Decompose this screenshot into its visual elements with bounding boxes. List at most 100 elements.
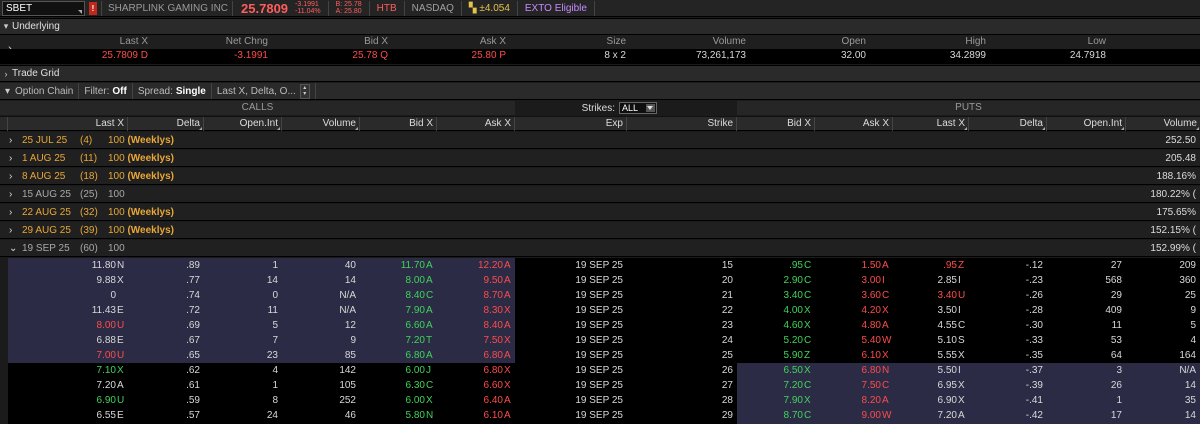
put-bid-cell[interactable]: 8.70 C (737, 408, 815, 423)
htb-badge[interactable]: HTB (377, 3, 397, 14)
put-bid-cell[interactable]: 5.20 C (737, 333, 815, 348)
call-bid-cell[interactable]: 6.60 A (360, 318, 437, 333)
exto-badge[interactable]: EXTO Eligible (525, 3, 587, 14)
option-row[interactable]: 6.55 E .57 24 46 5.80 N 6.10 A 19 SEP 25 29 8.70 C 9.… (0, 408, 1200, 423)
expand-caret-icon[interactable]: › (0, 69, 12, 79)
col-ask[interactable]: Ask X (392, 35, 510, 49)
call-ask-cell[interactable]: 6.40 A (437, 393, 515, 408)
col-put-oi[interactable]: Open.Int (1047, 117, 1126, 131)
layout-stepper-icon[interactable]: ▴ ▾ (299, 83, 310, 99)
put-bid-cell[interactable]: 6.50 X (737, 363, 815, 378)
put-bid-cell[interactable]: 4.00 X (737, 303, 815, 318)
col-last[interactable]: Last X (20, 35, 152, 49)
put-ask-cell[interactable]: 8.20 A (815, 393, 893, 408)
put-bid-cell[interactable]: 3.40 C (737, 288, 815, 303)
filter-control[interactable]: Filter: Off (79, 83, 133, 99)
option-row[interactable]: 6.90 U .59 8 252 6.00 X 6.40 A 19 SEP 25 28 7.90 X 8.… (0, 393, 1200, 408)
put-bid-cell[interactable]: 2.90 C (737, 273, 815, 288)
col-call-delta[interactable]: Delta (128, 117, 204, 131)
layout-selector[interactable]: Last X, Delta, O... ▴ ▾ (212, 83, 316, 99)
option-row[interactable]: 7.00 U .65 23 85 6.80 A 6.80 A 19 SEP 25 25 5.90 Z 6.… (0, 348, 1200, 363)
symbol-input[interactable]: SBET (2, 0, 85, 16)
col-call-volume[interactable]: Volume (282, 117, 360, 131)
put-bid-cell[interactable]: 7.20 C (737, 378, 815, 393)
call-bid-cell[interactable]: 7.20 T (360, 333, 437, 348)
option-row[interactable]: 11.80 N .89 1 40 11.70 A 12.20 A 19 SEP 25 15.95 C 1… (0, 258, 1200, 273)
col-put-last[interactable]: Last X (893, 117, 969, 131)
put-ask-cell[interactable]: 7.50 C (815, 378, 893, 393)
call-ask-cell[interactable]: 8.40 A (437, 318, 515, 333)
symbol-dropdown-icon[interactable] (78, 9, 82, 14)
col-call-oi[interactable]: Open.Int (204, 117, 282, 131)
col-put-ask[interactable]: Ask X (815, 117, 893, 131)
put-ask-cell[interactable]: 4.20 X (815, 303, 893, 318)
col-size[interactable]: Size (510, 35, 630, 49)
chevron-right-icon[interactable]: › (9, 222, 12, 239)
col-call-last[interactable]: Last X (8, 117, 128, 131)
alert-flag-icon[interactable]: ! (89, 1, 97, 15)
chevron-right-icon[interactable]: › (9, 204, 12, 221)
trade-grid-section-header[interactable]: › Trade Grid (0, 65, 1200, 82)
col-strike[interactable]: Strike (627, 117, 737, 131)
option-row[interactable]: 11.43 E .72 11 N/A 7.90 A 8.30 X 19 SEP 25 22 4.00 X… (0, 303, 1200, 318)
call-bid-cell[interactable]: 5.80 N (360, 408, 437, 423)
call-ask-cell[interactable]: 8.30 X (437, 303, 515, 318)
call-bid-cell[interactable]: 6.00 X (360, 393, 437, 408)
chevron-right-icon[interactable]: › (9, 132, 12, 149)
expiration-row[interactable]: › 1 AUG 25 (11) 100 (Weeklys) 205.48 (0, 150, 1200, 167)
col-bid[interactable]: Bid X (272, 35, 392, 49)
call-ask-cell[interactable]: 8.70 A (437, 288, 515, 303)
col-exp[interactable]: Exp (515, 117, 627, 131)
option-chain-toggle[interactable]: ▾ Option Chain (0, 83, 80, 99)
col-low[interactable]: Low (990, 35, 1110, 49)
call-bid-cell[interactable]: 7.90 A (360, 303, 437, 318)
call-ask-cell[interactable]: 6.10 A (437, 408, 515, 423)
option-row[interactable]: 9.88 X .77 14 14 8.00 A 9.50 A 19 SEP 25 20 2.90 C 3.… (0, 273, 1200, 288)
call-bid-cell[interactable]: 11.70 A (360, 258, 437, 273)
call-ask-cell[interactable]: 6.80 X (437, 363, 515, 378)
col-volume[interactable]: Volume (630, 35, 750, 49)
chevron-right-icon[interactable]: › (9, 150, 12, 167)
col-put-bid[interactable]: Bid X (737, 117, 815, 131)
put-bid-cell[interactable]: 4.60 X (737, 318, 815, 333)
call-bid-cell[interactable]: 6.30 C (360, 378, 437, 393)
expiration-row[interactable]: › 29 AUG 25 (39) 100 (Weeklys) 152.15% ( (0, 222, 1200, 239)
col-high[interactable]: High (870, 35, 990, 49)
spread-control[interactable]: Spread: Single (133, 83, 212, 99)
col-call-ask[interactable]: Ask X (437, 117, 515, 131)
call-ask-cell[interactable]: 12.20 A (437, 258, 515, 273)
call-bid-cell[interactable]: 6.00 J (360, 363, 437, 378)
expiration-row[interactable]: › 25 JUL 25 (4) 100 (Weeklys) 252.50 (0, 132, 1200, 149)
col-put-volume[interactable]: Volume (1126, 117, 1200, 131)
put-ask-cell[interactable]: 9.00 W (815, 408, 893, 423)
call-bid-cell[interactable]: 8.00 A (360, 273, 437, 288)
expected-move-badge[interactable]: ▚ ±4.054 (469, 3, 510, 14)
put-ask-cell[interactable]: 6.10 X (815, 348, 893, 363)
option-row[interactable]: 7.20 A .61 1 105 6.30 C 6.60 X 19 SEP 25 27 7.20 C 7.… (0, 378, 1200, 393)
put-ask-cell[interactable]: 3.60 C (815, 288, 893, 303)
chevron-right-icon[interactable]: › (9, 168, 12, 185)
put-bid-cell[interactable]: 5.90 Z (737, 348, 815, 363)
put-ask-cell[interactable]: 5.40 W (815, 333, 893, 348)
call-bid-cell[interactable]: 8.40 C (360, 288, 437, 303)
put-bid-cell[interactable]: .95 C (737, 258, 815, 273)
call-ask-cell[interactable]: 6.60 X (437, 378, 515, 393)
put-bid-cell[interactable]: 7.90 X (737, 393, 815, 408)
col-put-delta[interactable]: Delta (969, 117, 1047, 131)
strikes-select[interactable]: ALL (619, 102, 657, 114)
call-ask-cell[interactable]: 7.50 X (437, 333, 515, 348)
collapse-caret-icon[interactable]: ▾ (0, 21, 12, 32)
call-bid-cell[interactable]: 6.80 A (360, 348, 437, 363)
chevron-right-icon[interactable]: › (9, 186, 12, 203)
underlying-section-header[interactable]: ▾ Underlying (0, 18, 1200, 35)
put-ask-cell[interactable]: 4.80 A (815, 318, 893, 333)
call-ask-cell[interactable]: 6.80 A (437, 348, 515, 363)
option-row[interactable]: 7.10 X .62 4 142 6.00 J 6.80 X 19 SEP 25 26 6.50 X 6.… (0, 363, 1200, 378)
expiration-row[interactable]: › 22 AUG 25 (32) 100 (Weeklys) 175.65% (0, 204, 1200, 221)
col-open[interactable]: Open (750, 35, 870, 49)
option-row[interactable]: 6.88 E .67 7 9 7.20 T 7.50 X 19 SEP 25 24 5.20 C 5.40… (0, 333, 1200, 348)
expiration-row[interactable]: › 15 AUG 25 (25) 100 180.22% ( (0, 186, 1200, 203)
chevron-down-icon[interactable]: ⌄ (9, 240, 17, 257)
expiration-row[interactable]: › 8 AUG 25 (18) 100 (Weeklys) 188.16% (0, 168, 1200, 185)
put-ask-cell[interactable]: 6.80 N (815, 363, 893, 378)
